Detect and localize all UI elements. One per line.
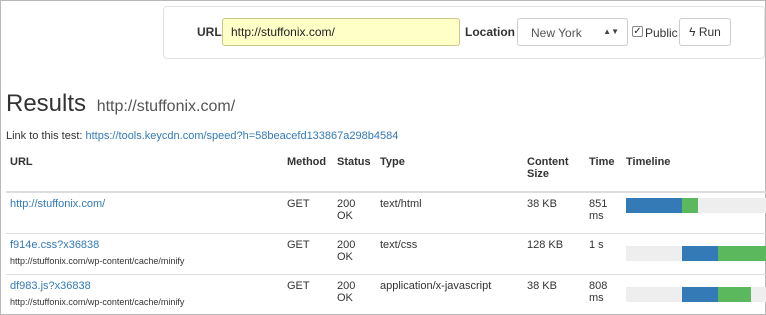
public-checkbox[interactable]: ✓ (632, 26, 643, 37)
method-cell: GET (283, 233, 333, 275)
timeline-cell (622, 191, 766, 234)
col-method-header: Method (283, 151, 333, 193)
timeline-wait-segment (626, 198, 682, 213)
timeline-receive-segment (681, 198, 698, 213)
results-heading: Results http://stuffonix.com/ (6, 90, 235, 118)
size-cell: 128 KB (523, 233, 585, 275)
timeline-cell (622, 274, 766, 315)
type-cell: text/html (376, 191, 523, 234)
resource-path: http://stuffonix.com/wp-content/cache/mi… (10, 256, 185, 266)
resource-link[interactable]: http://stuffonix.com/ (10, 198, 105, 210)
test-link-line: Link to this test: https://tools.keycdn.… (6, 130, 398, 142)
results-url: http://stuffonix.com/ (96, 98, 236, 115)
size-cell: 38 KB (523, 274, 585, 315)
status-cell: 200 OK (333, 233, 376, 275)
test-toolbar: URL Location New York ▲▼ ✓ Public ϟ Run (163, 6, 765, 59)
run-button[interactable]: ϟ Run (679, 18, 731, 46)
timeline-bar (626, 287, 766, 302)
table-row: f914e.css?x36838 http://stuffonix.com/wp… (6, 233, 766, 275)
method-cell: GET (283, 274, 333, 315)
table-row: http://stuffonix.com/ GET 200 OK text/ht… (6, 191, 766, 234)
time-cell: 1 s (585, 233, 622, 275)
col-type-header: Type (376, 151, 523, 193)
run-label: Run (698, 25, 721, 39)
test-link[interactable]: https://tools.keycdn.com/speed?h=58beace… (86, 130, 399, 142)
results-title: Results (6, 90, 87, 117)
timeline-receive-segment (717, 246, 766, 261)
col-content-size-header: Content Size (523, 151, 585, 193)
results-table: URL Method Status Type Content Size Time… (6, 151, 766, 315)
type-cell: text/css (376, 233, 523, 275)
status-cell: 200 OK (333, 191, 376, 234)
timeline-bar (626, 198, 766, 213)
resource-cell: df983.js?x36838 http://stuffonix.com/wp-… (6, 274, 283, 315)
time-cell: 851 ms (585, 191, 622, 234)
timeline-wait-segment (681, 246, 718, 261)
col-status-header: Status (333, 151, 376, 193)
resource-link[interactable]: df983.js?x36838 (10, 280, 91, 292)
col-url-header: URL (6, 151, 283, 193)
resource-cell: f914e.css?x36838 http://stuffonix.com/wp… (6, 233, 283, 275)
resource-path: http://stuffonix.com/wp-content/cache/mi… (10, 297, 185, 307)
table-row: df983.js?x36838 http://stuffonix.com/wp-… (6, 274, 766, 315)
bolt-icon: ϟ (689, 25, 696, 39)
timeline-cell (622, 233, 766, 275)
location-label: Location (465, 25, 515, 39)
size-cell: 38 KB (523, 191, 585, 234)
location-select[interactable]: New York ▲▼ (517, 18, 628, 46)
type-cell: application/x-javascript (376, 274, 523, 315)
method-cell: GET (283, 191, 333, 234)
status-cell: 200 OK (333, 274, 376, 315)
resource-cell: http://stuffonix.com/ (6, 191, 283, 234)
url-input[interactable] (222, 18, 460, 46)
location-value: New York (531, 26, 582, 40)
col-time-header: Time (585, 151, 622, 193)
timeline-receive-segment (717, 287, 751, 302)
resource-link[interactable]: f914e.css?x36838 (10, 239, 99, 251)
timeline-wait-segment (681, 287, 718, 302)
url-label: URL (197, 25, 222, 39)
col-timeline-header: Timeline (622, 151, 766, 193)
chevron-down-icon: ▲▼ (603, 27, 619, 36)
table-header-row: URL Method Status Type Content Size Time… (6, 151, 766, 193)
test-link-prefix: Link to this test: (6, 130, 83, 142)
timeline-bar (626, 246, 766, 261)
time-cell: 808 ms (585, 274, 622, 315)
public-label: Public (645, 26, 678, 40)
